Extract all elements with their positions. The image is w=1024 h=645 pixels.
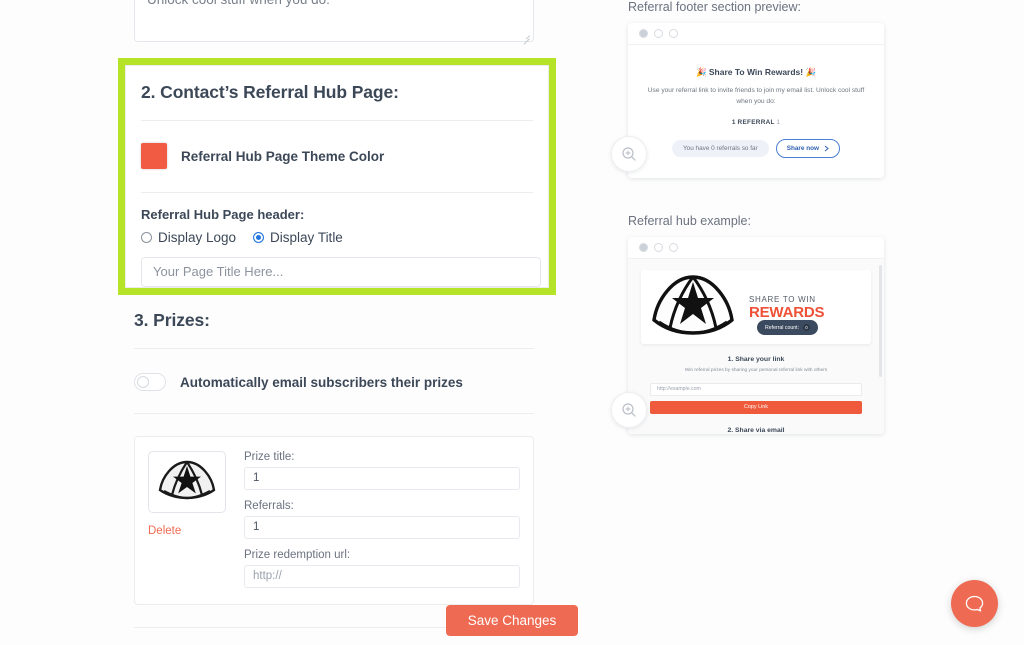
tier-count: 1 bbox=[731, 119, 736, 127]
hub-step-1-sub: Win referral prizes by sharing your pers… bbox=[684, 368, 828, 374]
prize-item-row: Delete Prize title: 1 Referrals: 1 Prize… bbox=[134, 436, 534, 605]
browser-titlebar bbox=[628, 237, 884, 260]
tier-label: REFERRAL bbox=[737, 119, 775, 127]
footer-preview-body: Use your referral link to invite friends… bbox=[647, 87, 865, 106]
auto-email-toggle-row: Automatically email subscribers their pr… bbox=[134, 373, 534, 391]
browser-titlebar bbox=[628, 23, 884, 45]
theme-color-label: Referral Hub Page Theme Color bbox=[181, 148, 385, 164]
prize-url-input[interactable]: http:// bbox=[244, 565, 520, 588]
save-changes-button[interactable]: Save Changes bbox=[445, 605, 579, 636]
browser-dot-icon bbox=[669, 243, 678, 253]
footer-preview-heading: 🎉 Share To Win Rewards! 🎉 bbox=[695, 67, 817, 77]
hub-badge-label: Referral count: bbox=[765, 324, 800, 331]
browser-dot-icon bbox=[669, 29, 678, 38]
hub-preview-panel: Referral hub example: SHARE TO WIN REWAR… bbox=[611, 214, 928, 435]
hub-copy-link-button[interactable]: Copy Link bbox=[650, 401, 862, 415]
footer-preview-content: 🎉 Share To Win Rewards! 🎉 Use your refer… bbox=[628, 45, 884, 179]
cap-star-icon bbox=[158, 460, 216, 500]
prize-title-input[interactable]: 1 bbox=[244, 467, 520, 490]
footer-preview-browser: 🎉 Share To Win Rewards! 🎉 Use your refer… bbox=[628, 23, 884, 179]
browser-dot-icon bbox=[639, 243, 648, 253]
hub-logo bbox=[641, 270, 745, 344]
hub-step-2-title: 2. Share via email bbox=[727, 427, 785, 435]
hub-badge-count: 0 bbox=[803, 324, 811, 332]
prize-delete-link[interactable]: Delete bbox=[148, 525, 228, 537]
share-now-label: Share now bbox=[786, 145, 820, 153]
unlock-message-textarea[interactable]: Unlock cool stuff when you do: bbox=[134, 0, 534, 45]
hub-referral-count-badge: Referral count: 0 bbox=[757, 320, 819, 336]
settings-form-column: Unlock cool stuff when you do: 2. Contac… bbox=[0, 0, 600, 645]
prize-referrals-value: 1 bbox=[253, 521, 260, 533]
textarea-resize-handle[interactable] bbox=[521, 30, 531, 45]
footer-preview-tier: 1 REFERRAL 1 bbox=[642, 119, 870, 126]
prize-thumbnail-column: Delete bbox=[148, 451, 228, 588]
browser-dot-icon bbox=[654, 243, 663, 253]
radio-display-logo[interactable]: Display Logo bbox=[141, 230, 236, 245]
referral-count-pill: You have 0 referrals so far bbox=[671, 140, 769, 158]
chevron-right-icon bbox=[824, 146, 829, 152]
footer-actions: Save Changes bbox=[0, 605, 1024, 636]
prize-url-placeholder: http:// bbox=[253, 570, 282, 582]
toggle-knob bbox=[137, 376, 149, 388]
auto-email-toggle[interactable] bbox=[134, 373, 166, 391]
divider bbox=[141, 192, 533, 193]
prize-title-label: Prize title: bbox=[244, 451, 295, 463]
page-root: Unlock cool stuff when you do: 2. Contac… bbox=[0, 0, 1024, 645]
cap-star-icon bbox=[652, 275, 734, 336]
prize-referrals-label: Referrals: bbox=[244, 500, 294, 512]
previews-column: Referral footer section preview: 🎉 Share… bbox=[611, 0, 928, 435]
footer-preview-actions: You have 0 referrals so far Share now bbox=[642, 139, 870, 159]
theme-color-swatch[interactable] bbox=[141, 143, 167, 169]
footer-preview-title: Referral footer section preview: bbox=[628, 0, 801, 14]
radio-display-title-label: Display Title bbox=[270, 230, 343, 245]
chat-bubble-icon bbox=[965, 595, 984, 612]
radio-icon[interactable] bbox=[141, 232, 152, 243]
radio-selected-icon[interactable] bbox=[253, 232, 265, 243]
section-2-title: 2. Contact’s Referral Hub Page: bbox=[141, 82, 399, 102]
hub-hero-line2: REWARDS bbox=[749, 303, 825, 321]
tier-prize: 1 bbox=[776, 119, 781, 127]
hub-step-1: 1. Share your link Win referral prizes b… bbox=[628, 356, 884, 376]
prize-referrals-input[interactable]: 1 bbox=[244, 516, 520, 539]
prize-fields: Prize title: 1 Referrals: 1 Prize redemp… bbox=[244, 451, 520, 588]
unlock-message-text: Unlock cool stuff when you do: bbox=[147, 0, 330, 7]
hub-hero-text: SHARE TO WIN REWARDS bbox=[745, 295, 824, 320]
hub-hero-line1: SHARE TO WIN bbox=[749, 294, 816, 304]
prize-url-label: Prize redemption url: bbox=[244, 549, 351, 561]
browser-dot-icon bbox=[654, 29, 663, 38]
header-mode-label: Referral Hub Page header: bbox=[141, 207, 305, 222]
radio-display-title[interactable]: Display Title bbox=[253, 230, 343, 245]
header-mode-radio-group: Display Logo Display Title bbox=[141, 230, 533, 245]
page-title-placeholder: Your Page Title Here... bbox=[153, 264, 284, 279]
prize-title-value: 1 bbox=[253, 472, 260, 484]
hub-referral-link-value: http://example.com bbox=[657, 386, 701, 393]
hub-preview-browser: SHARE TO WIN REWARDS Referral count: 0 1… bbox=[628, 237, 884, 435]
hub-preview-scrollbar[interactable] bbox=[879, 265, 882, 378]
section-3-title: 3. Prizes: bbox=[134, 310, 210, 330]
browser-dot-icon bbox=[639, 29, 648, 38]
auto-email-toggle-label: Automatically email subscribers their pr… bbox=[180, 374, 463, 390]
hub-referral-link-input[interactable]: http://example.com bbox=[650, 383, 862, 397]
hub-step-1-title: 1. Share your link bbox=[727, 356, 785, 364]
hub-preview-content: SHARE TO WIN REWARDS Referral count: 0 1… bbox=[628, 259, 884, 435]
share-now-button[interactable]: Share now bbox=[775, 139, 841, 159]
prize-image[interactable] bbox=[148, 451, 226, 513]
divider bbox=[141, 120, 533, 121]
hub-preview-title: Referral hub example: bbox=[628, 214, 751, 229]
hub-hero-banner: SHARE TO WIN REWARDS Referral count: 0 bbox=[641, 270, 871, 345]
section-3-card: 3. Prizes: Automatically email subscribe… bbox=[134, 310, 534, 628]
section-2-card: 2. Contact’s Referral Hub Page: Referral… bbox=[125, 65, 549, 288]
zoom-in-icon bbox=[621, 403, 636, 417]
zoom-in-icon bbox=[621, 147, 636, 161]
theme-color-row: Referral Hub Page Theme Color bbox=[141, 143, 533, 169]
radio-display-logo-label: Display Logo bbox=[158, 230, 237, 245]
page-title-input[interactable]: Your Page Title Here... bbox=[141, 257, 541, 287]
divider bbox=[134, 348, 534, 349]
footer-preview-panel: Referral footer section preview: 🎉 Share… bbox=[611, 0, 928, 179]
section-2-highlight-frame: 2. Contact’s Referral Hub Page: Referral… bbox=[118, 58, 556, 295]
divider bbox=[134, 413, 534, 414]
help-chat-button[interactable] bbox=[951, 580, 998, 627]
